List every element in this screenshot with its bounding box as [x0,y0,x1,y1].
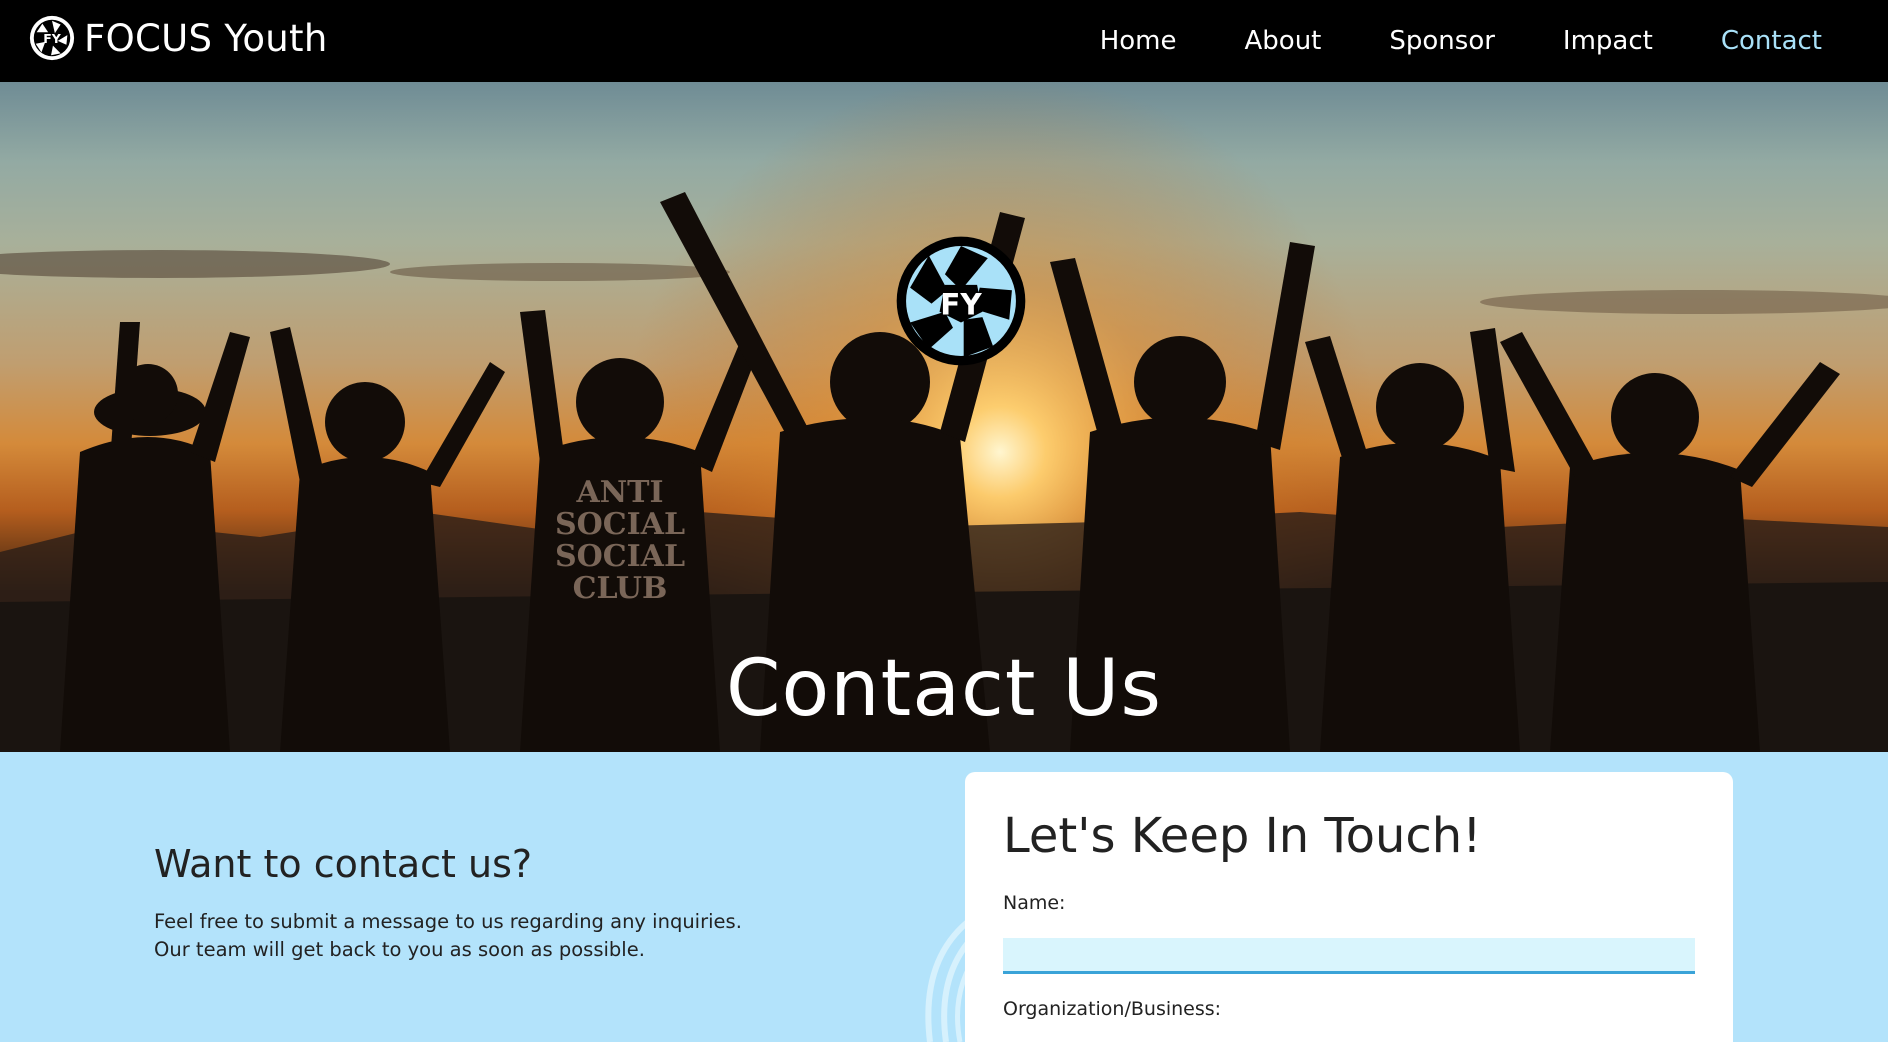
nav-link-about[interactable]: About [1245,26,1322,56]
contact-heading: Want to contact us? [154,842,533,886]
contact-description-line: Our team will get back to you as soon as… [154,938,645,961]
svg-text:FY: FY [940,287,982,321]
hero-banner: ANTI SOCIAL SOCIAL CLUB FY Contact Us [0,82,1888,752]
svg-text:FY: FY [43,31,62,46]
brand-logo-icon: FY [29,15,75,61]
contact-form-card: Let's Keep In Touch! Name: Organization/… [965,772,1733,1042]
nav-links: Home About Sponsor Impact Contact [1032,0,1822,82]
nav-link-impact[interactable]: Impact [1563,26,1653,56]
nav-link-sponsor[interactable]: Sponsor [1389,26,1495,56]
form-title: Let's Keep In Touch! [1003,808,1482,864]
hoodie-text-line: SOCIAL [555,507,685,542]
nav-link-home[interactable]: Home [1100,26,1177,56]
organization-label: Organization/Business: [1003,998,1222,1020]
name-label: Name: [1003,892,1066,914]
hoodie-text-line: ANTI [575,475,663,510]
brand-link[interactable]: FY FOCUS Youth [28,13,328,63]
nav-link-contact[interactable]: Contact [1721,26,1822,56]
hoodie-text-line: CLUB [573,571,668,606]
name-input[interactable] [1003,938,1695,974]
hoodie-text-line: SOCIAL [555,539,685,574]
contact-info-section: Want to contact us? Feel free to submit … [154,842,814,964]
contact-description-line: Feel free to submit a message to us rega… [154,910,742,933]
page-title: Contact Us [726,644,1162,734]
brand-name: FOCUS Youth [84,16,328,60]
camera-aperture-icon: FY [896,236,1026,366]
top-navbar: FY FOCUS Youth Home About Sponsor Impact… [0,0,1888,82]
